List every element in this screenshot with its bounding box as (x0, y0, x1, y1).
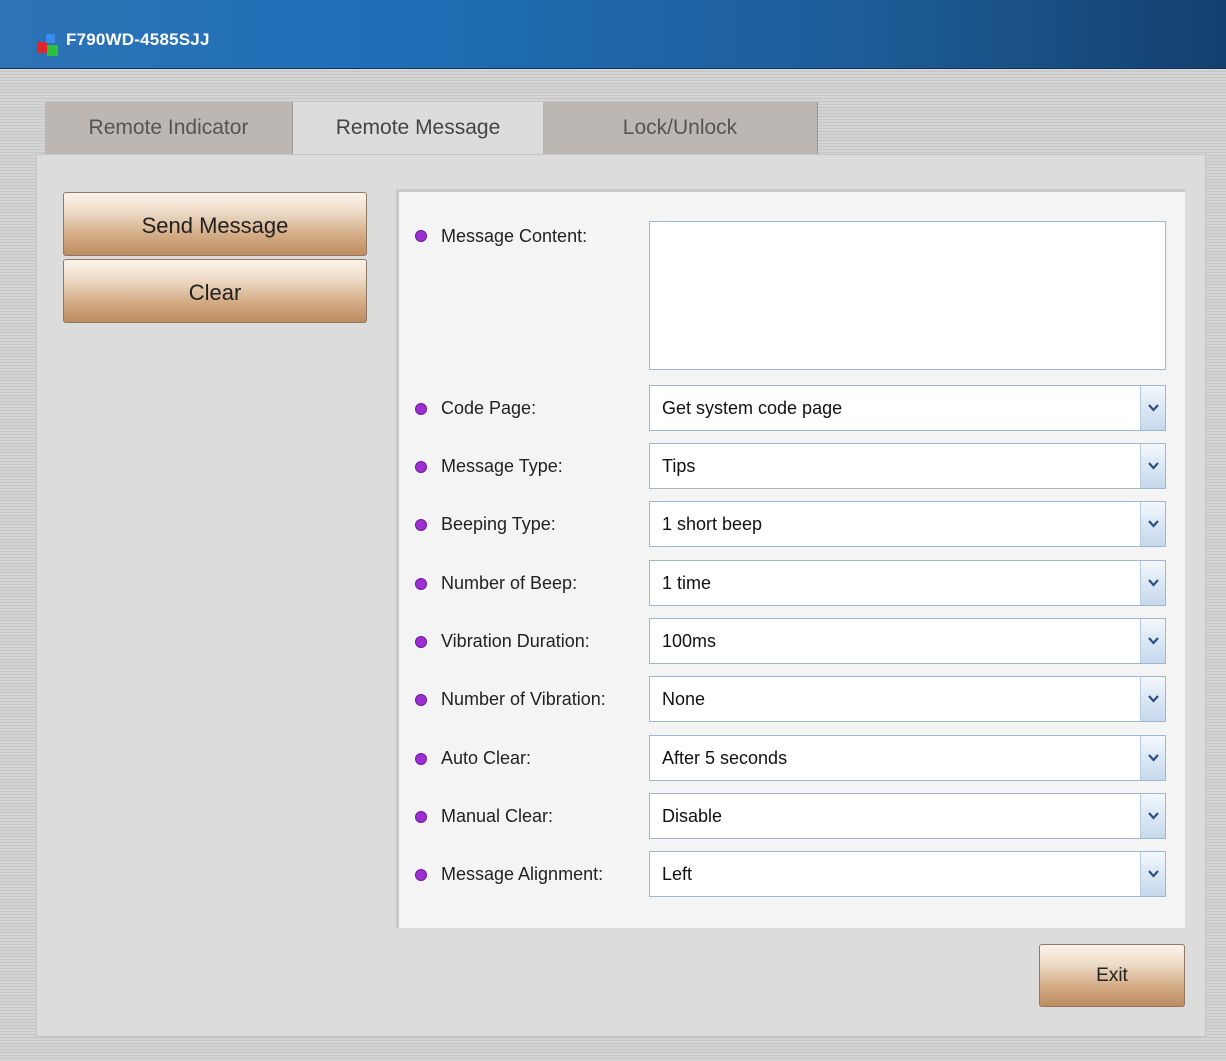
auto-clear-value: After 5 seconds (662, 748, 788, 768)
beeping-type-label: Beeping Type: (441, 514, 556, 534)
code-page-label: Code Page: (441, 398, 537, 418)
vibration-duration-value: 100ms (662, 631, 717, 651)
message-content-label: Message Content: (441, 226, 588, 246)
vibration-duration-label: Vibration Duration: (441, 631, 590, 651)
number-of-beep-value: 1 time (662, 573, 712, 593)
code-page-value: Get system code page (662, 398, 843, 418)
beeping-type-select[interactable]: 1 short beep (649, 501, 1166, 547)
number-of-vibration-select[interactable]: None (649, 676, 1166, 722)
app-cubes-icon (35, 32, 61, 58)
exit-button[interactable]: Exit (1039, 944, 1185, 1007)
tab-remote-indicator[interactable]: Remote Indicator (45, 102, 293, 154)
bullet-icon (415, 519, 427, 531)
code-page-select[interactable]: Get system code page (649, 385, 1166, 431)
tab-lock-unlock[interactable]: Lock/Unlock (543, 102, 818, 154)
message-type-label: Message Type: (441, 456, 563, 476)
message-alignment-value: Left (662, 864, 693, 884)
chevron-down-icon[interactable] (1140, 619, 1165, 663)
manual-clear-value: Disable (662, 806, 723, 826)
bullet-icon (415, 403, 427, 415)
chevron-down-icon[interactable] (1140, 502, 1165, 546)
bullet-icon (415, 230, 427, 242)
number-of-beep-label: Number of Beep: (441, 573, 578, 593)
bullet-icon (415, 753, 427, 765)
chevron-down-icon[interactable] (1140, 386, 1165, 430)
number-of-vibration-value: None (662, 689, 706, 709)
chevron-down-icon[interactable] (1140, 736, 1165, 780)
number-of-vibration-label: Number of Vibration: (441, 689, 606, 709)
vibration-duration-select[interactable]: 100ms (649, 618, 1166, 664)
beeping-type-value: 1 short beep (662, 514, 763, 534)
title-bar: F790WD-4585SJJ (0, 0, 1226, 69)
chevron-down-icon[interactable] (1140, 794, 1165, 838)
bullet-icon (415, 811, 427, 823)
window-title: F790WD-4585SJJ (66, 30, 210, 49)
chevron-down-icon[interactable] (1140, 561, 1165, 605)
tab-remote-message[interactable]: Remote Message (293, 102, 543, 154)
message-content-field[interactable] (649, 221, 1166, 370)
chevron-down-icon[interactable] (1140, 444, 1165, 488)
bullet-icon (415, 636, 427, 648)
message-alignment-select[interactable]: Left (649, 851, 1166, 897)
number-of-beep-select[interactable]: 1 time (649, 560, 1166, 606)
bullet-icon (415, 461, 427, 473)
manual-clear-label: Manual Clear: (441, 806, 554, 826)
auto-clear-label: Auto Clear: (441, 748, 532, 768)
bullet-icon (415, 578, 427, 590)
message-alignment-label: Message Alignment: (441, 864, 604, 884)
bullet-icon (415, 694, 427, 706)
send-message-button[interactable]: Send Message (63, 192, 367, 256)
message-type-select[interactable]: Tips (649, 443, 1166, 489)
chevron-down-icon[interactable] (1140, 677, 1165, 721)
clear-button[interactable]: Clear (63, 259, 367, 323)
auto-clear-select[interactable]: After 5 seconds (649, 735, 1166, 781)
message-type-value: Tips (662, 456, 696, 476)
chevron-down-icon[interactable] (1140, 852, 1165, 896)
bullet-icon (415, 869, 427, 881)
manual-clear-select[interactable]: Disable (649, 793, 1166, 839)
